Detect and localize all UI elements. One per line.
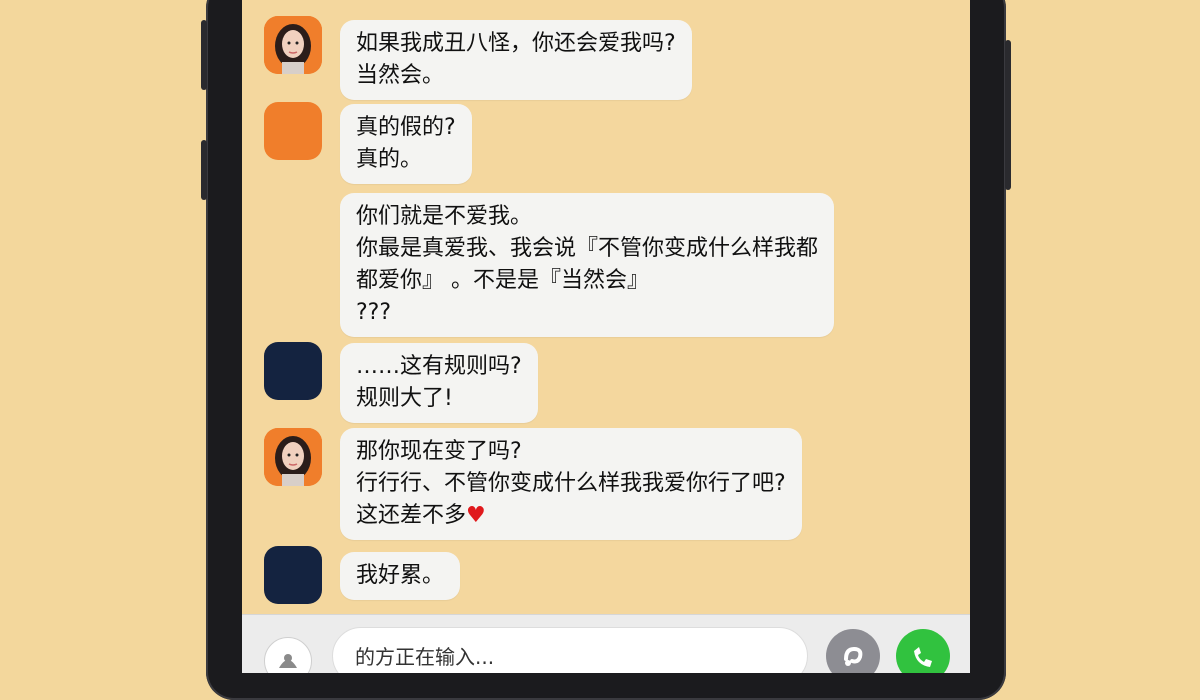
chat-screen: 如果我成丑八怪，你还会爱我吗? 当然会。 真的假的? 真的。 你们就是不爱我。 … xyxy=(242,0,970,673)
message-bubble[interactable]: 真的假的? 真的。 xyxy=(340,104,472,184)
message-bubble[interactable]: 我好累。 xyxy=(340,552,461,600)
voice-icon xyxy=(844,646,863,666)
message-bubble[interactable]: ……这有规则吗? 规则大了! xyxy=(340,343,538,423)
input-bar: 的方正在输入... xyxy=(242,614,970,673)
phone-icon xyxy=(914,647,932,667)
message-line: 真的。 xyxy=(356,147,423,172)
message-line: 我好累。 xyxy=(356,563,445,588)
add-button[interactable] xyxy=(264,637,312,673)
message-line: ??? xyxy=(356,300,392,325)
message-text: 这还差不多 xyxy=(356,503,467,528)
avatar-orange[interactable] xyxy=(264,102,322,160)
avatar-female[interactable] xyxy=(264,16,322,74)
message-input[interactable]: 的方正在输入... xyxy=(332,627,808,673)
message-line: 规则大了! xyxy=(356,386,453,411)
portrait-icon xyxy=(264,16,322,74)
avatar-navy[interactable] xyxy=(264,342,322,400)
message-bubble[interactable]: 你们就是不爱我。 你最是真爱我、我会说『不管你变成什么样我都 都爱你』 。不是是… xyxy=(340,193,835,337)
message-line: 你们就是不爱我。 xyxy=(356,204,533,229)
phone-side-button xyxy=(201,20,207,90)
voice-button[interactable] xyxy=(826,629,880,673)
message-line: 当然会。 xyxy=(356,63,445,88)
portrait-icon xyxy=(264,428,322,486)
message-bubble[interactable]: 如果我成丑八怪，你还会爱我吗? 当然会。 xyxy=(340,20,692,100)
message-line: 你最是真爱我、我会说『不管你变成什么样我都 xyxy=(356,236,819,261)
message-bubble[interactable]: 那你现在变了吗? 行行行、不管你变成什么样我我爱你行了吧? 这还差不多♥ xyxy=(340,428,802,540)
heart-icon: ♥ xyxy=(466,503,486,528)
message-line: 都爱你』 。不是是『当然会』 xyxy=(356,268,649,293)
message-line: 行行行、不管你变成什么样我我爱你行了吧? xyxy=(356,471,786,496)
call-button[interactable] xyxy=(896,629,950,673)
avatar-navy[interactable] xyxy=(264,546,322,604)
phone-side-button xyxy=(1005,40,1011,190)
message-line: ……这有规则吗? xyxy=(356,354,522,379)
phone-side-button xyxy=(201,140,207,200)
message-line: 那你现在变了吗? xyxy=(356,439,522,464)
avatar-female[interactable] xyxy=(264,428,322,486)
message-line: 真的假的? xyxy=(356,115,456,140)
add-icon xyxy=(279,654,297,668)
message-line: 如果我成丑八怪，你还会爱我吗? xyxy=(356,31,676,56)
message-line: 这还差不多♥ xyxy=(356,500,786,532)
